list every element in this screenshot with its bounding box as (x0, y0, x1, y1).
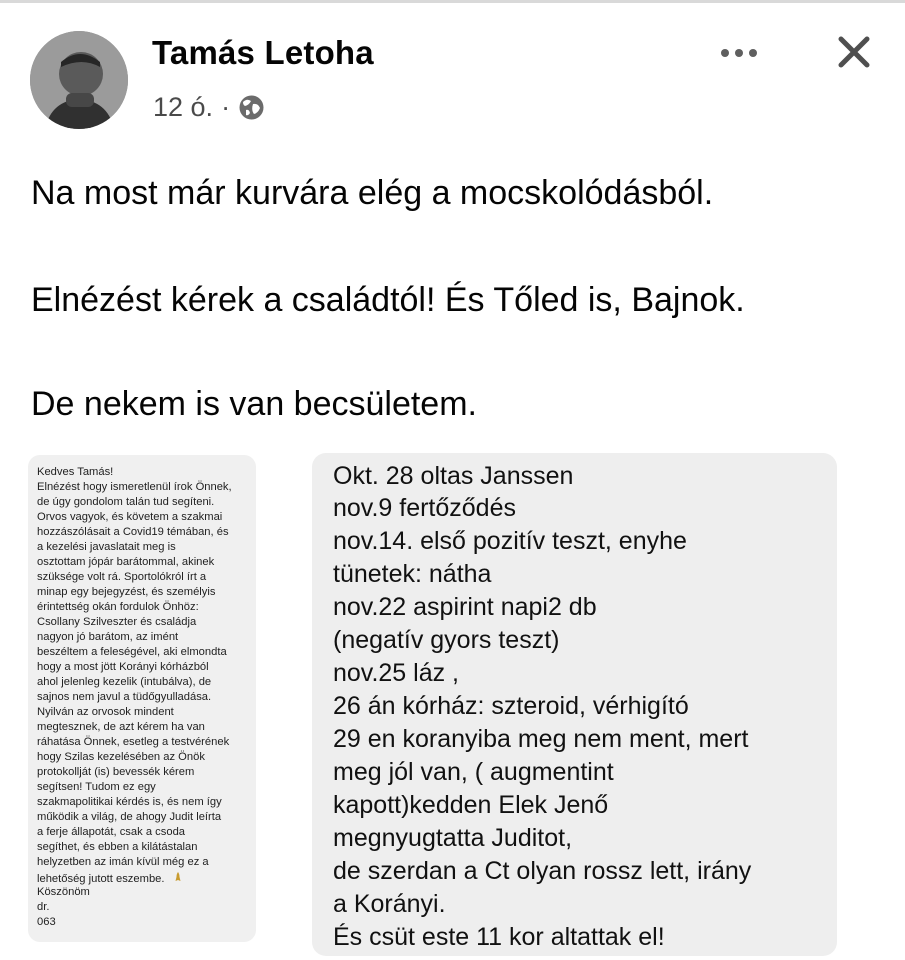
message-line: nagyon jó barátom, az imént (37, 631, 179, 643)
message-line: segíthet, és ebben a kilátástalan (37, 841, 198, 853)
note-line: Okt. 28 oltas Janssen (333, 462, 574, 490)
message-line: a ferje állapotát, csak a csoda (37, 826, 186, 838)
more-icon-dot (749, 49, 757, 57)
close-button[interactable] (832, 30, 876, 74)
message-line: hogy a most jött Korányi kórházból (37, 661, 209, 673)
note-line: 26 án kórház: szteroid, vérhigító (333, 692, 689, 720)
more-icon (721, 49, 729, 57)
note-line: nov.9 fertőződés (333, 494, 516, 522)
message-line: szüksége volt rá. Sportolókról írt a (37, 571, 207, 583)
post-text-line: Na most már kurvára elég a mocskolódásbó… (31, 174, 714, 212)
message-line: Orvos vagyok, és követem a szakmai (37, 511, 223, 523)
message-line: Kedves Tamás! (37, 466, 114, 478)
message-line: dr. (37, 901, 50, 913)
note-line: nov.25 láz , (333, 659, 460, 687)
message-line: beszéltem a feleségével, aki elmondta (37, 646, 227, 658)
note-line: nov.14. első pozitív teszt, enyhe (333, 527, 687, 555)
message-line: protokollját (is) bevessék kérem (37, 766, 195, 778)
message-line: ráhatása Önnek, esetleg a testvérének (37, 736, 230, 748)
facebook-post: Tamás Letoha 12 ó. · Na most már kurvára… (0, 0, 905, 960)
message-line: a kezelési javaslatait meg is (37, 541, 176, 553)
author-name[interactable]: Tamás Letoha (152, 34, 374, 72)
post-text-line: De nekem is van becsületem. (31, 385, 477, 423)
message-line: Elnézést hogy ismeretlenül írok Önnek, (37, 481, 232, 493)
meta-separator: · (221, 91, 231, 122)
message-line: Köszönöm (37, 886, 90, 898)
message-line: hogy Szilas kezelésében az Önök (37, 751, 205, 763)
post-time[interactable]: 12 ó. (153, 92, 213, 123)
message-line: érintettség okán fordulok Önhöz: (37, 601, 199, 613)
post-meta: 12 ó. · (153, 90, 265, 124)
message-line: 063 (37, 916, 56, 928)
note-line: meg jól van, ( augmentint (333, 758, 614, 786)
note-line: megnyugtatta Juditot, (333, 824, 573, 852)
message-line: szakmapolitikai kérdés is, és nem így (37, 796, 222, 808)
more-icon-dot (735, 49, 743, 57)
message-line: Csollany Szilveszter és családja (37, 616, 197, 628)
message-line: működik a világ, de ahogy Judit leírta (37, 811, 222, 823)
message-line: minap egy bejegyzést, és személyis (37, 586, 216, 598)
message-line: hozzászólásait a Covid19 témában, és (37, 526, 229, 538)
redaction-blur (60, 911, 145, 939)
top-divider (0, 0, 905, 3)
message-line: de úgy gondolom talán tud segíteni. (37, 496, 215, 508)
note-line: tünetek: nátha (333, 560, 492, 588)
avatar-photo (30, 31, 128, 129)
note-line: És csüt este 11 kor altattak el! (333, 923, 665, 951)
more-options-button[interactable] (714, 40, 764, 66)
note-line: nov.22 aspirint napi2 db (333, 593, 597, 621)
message-line: ahol jelenleg kezelik (intubálva), de (37, 676, 212, 688)
message-line: megtesznek, de azt kérem ha van (37, 721, 205, 733)
message-line-with-icon: lehetőség jutott eszembe. (37, 871, 184, 886)
message-line: lehetőség jutott eszembe. (37, 873, 165, 885)
note-line: 29 en koranyiba meg nem ment, mert (333, 725, 749, 753)
globe-icon (238, 94, 265, 121)
message-line: Nyilván az orvosok mindent (37, 706, 174, 718)
message-line: helyzetben az imán kívül még ez a (37, 856, 209, 868)
note-line: a Korányi. (333, 890, 446, 918)
message-line: segítsen! Tudom ez egy (37, 781, 156, 793)
message-line: sajnos nem javul a tüdőgyulladása. (37, 691, 212, 703)
avatar[interactable] (30, 31, 128, 129)
message-line: osztottam jópár barátommal, akinek (37, 556, 215, 568)
close-icon (838, 36, 870, 68)
post-text-line: Elnézést kérek a családtól! És Tőled is,… (31, 281, 745, 319)
note-line: de szerdan a Ct olyan rossz lett, irány (333, 857, 752, 885)
note-line: kapott)kedden Elek Jenő (333, 791, 609, 819)
note-line: (negatív gyors teszt) (333, 626, 560, 654)
pray-icon (172, 871, 184, 883)
